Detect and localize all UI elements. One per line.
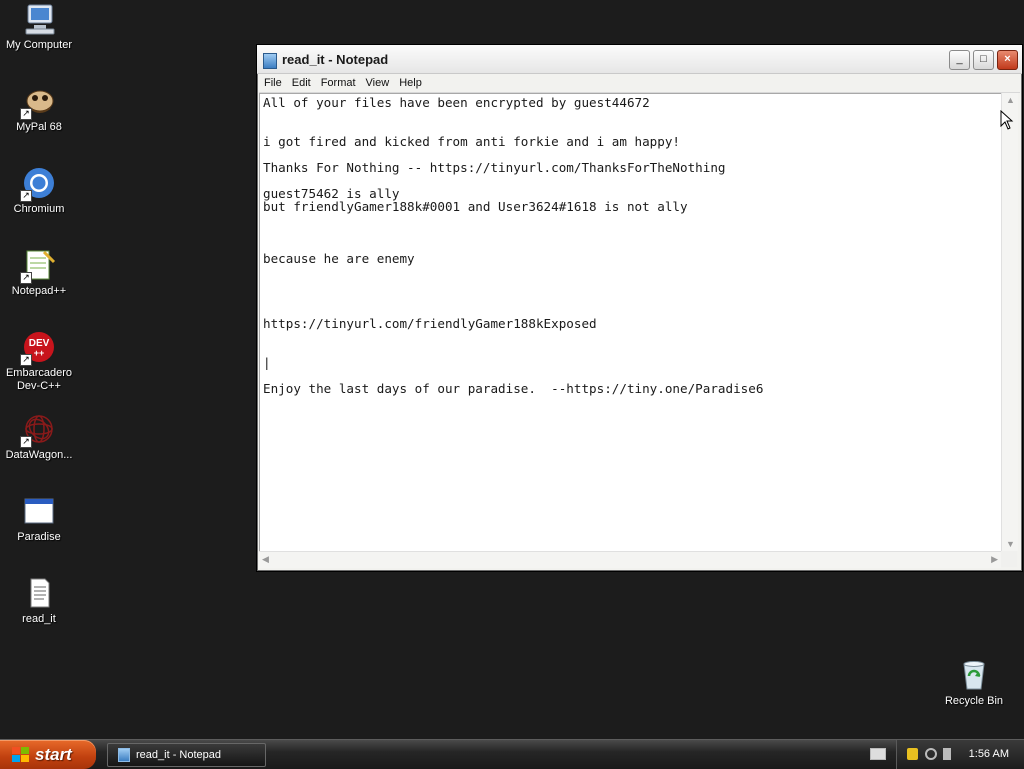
shortcut-arrow-icon: ↗ — [20, 436, 32, 448]
desktop-icon-datawagon[interactable]: ↗ DataWagon... — [0, 412, 78, 462]
shortcut-arrow-icon: ↗ — [20, 272, 32, 284]
start-button[interactable]: start — [0, 740, 96, 769]
shortcut-arrow-icon: ↗ — [20, 354, 32, 366]
maximize-button[interactable]: □ — [973, 50, 994, 70]
desktop-icon-notepadpp[interactable]: ↗ Notepad++ — [0, 248, 78, 298]
taskbar-button-label: read_it - Notepad — [136, 749, 221, 761]
scroll-left-icon[interactable]: ◀ — [262, 554, 269, 565]
program-window-icon — [22, 494, 56, 528]
desktop-icon-label: Paradise — [17, 531, 61, 543]
menu-view[interactable]: View — [361, 77, 395, 89]
text-editor[interactable]: All of your files have been encrypted by… — [259, 93, 1003, 553]
menu-help[interactable]: Help — [394, 77, 427, 89]
window-title: read_it - Notepad — [282, 52, 389, 67]
desktop-icon-mypal[interactable]: ↗ MyPal 68 — [0, 84, 78, 134]
menu-bar: File Edit Format View Help — [259, 74, 1020, 93]
shortcut-arrow-icon: ↗ — [20, 108, 32, 120]
desktop-icon-label: My Computer — [5, 39, 73, 51]
svg-text:++: ++ — [34, 348, 45, 358]
mypal-icon: ↗ — [20, 84, 56, 120]
resize-grip[interactable] — [1001, 551, 1017, 567]
menu-edit[interactable]: Edit — [287, 77, 316, 89]
datawagon-icon: ↗ — [20, 412, 56, 448]
vertical-scrollbar[interactable]: ▲ ▼ — [1001, 93, 1018, 551]
notepad-window[interactable]: read_it - Notepad _ □ × File Edit Format… — [256, 44, 1023, 572]
devcpp-icon: DEV ++ ↗ — [20, 330, 56, 366]
network-icon[interactable] — [925, 748, 937, 760]
taskbar-button-notepad[interactable]: read_it - Notepad — [107, 743, 266, 767]
scroll-down-icon[interactable]: ▼ — [1006, 539, 1015, 549]
text-file-icon — [22, 576, 56, 610]
desktop-icon-label: Recycle Bin — [944, 695, 1004, 707]
minimize-button[interactable]: _ — [949, 50, 970, 70]
notepad-icon — [118, 748, 130, 762]
notepad-icon — [263, 53, 277, 69]
security-shield-icon[interactable] — [907, 748, 918, 760]
desktop-icon-label: read_it — [22, 613, 56, 625]
scroll-up-icon[interactable]: ▲ — [1006, 95, 1015, 105]
computer-icon — [22, 2, 56, 36]
desktop-icon-read-it[interactable]: read_it — [0, 576, 78, 626]
keyboard-icon[interactable] — [870, 748, 886, 760]
editor-content[interactable]: All of your files have been encrypted by… — [260, 94, 1002, 397]
notepadpp-icon: ↗ — [20, 248, 56, 284]
horizontal-scrollbar[interactable]: ◀ ▶ — [259, 551, 1001, 568]
menu-file[interactable]: File — [259, 77, 287, 89]
system-tray: 1:56 AM — [896, 740, 1024, 769]
close-button[interactable]: × — [997, 50, 1018, 70]
chromium-icon: ↗ — [20, 166, 56, 202]
recycle-bin-icon — [957, 658, 991, 692]
desktop-icon-label: Notepad++ — [11, 285, 67, 297]
desktop-icon-recycle-bin[interactable]: Recycle Bin — [935, 658, 1013, 708]
desktop-icon-label: MyPal 68 — [16, 121, 62, 133]
scroll-right-icon[interactable]: ▶ — [991, 554, 998, 565]
desktop-icon-label: Chromium — [13, 203, 65, 215]
desktop-icon-my-computer[interactable]: My Computer — [0, 2, 78, 52]
clock[interactable]: 1:56 AM — [969, 748, 1009, 760]
desktop-icon-label: Embarcadero Dev-C++ — [5, 367, 73, 392]
volume-icon[interactable] — [943, 748, 951, 760]
shortcut-arrow-icon: ↗ — [20, 190, 32, 202]
menu-format[interactable]: Format — [316, 77, 361, 89]
desktop-icon-label: DataWagon... — [5, 449, 73, 461]
desktop-icon-devcpp[interactable]: DEV ++ ↗ Embarcadero Dev-C++ — [0, 330, 78, 393]
desktop-icon-chromium[interactable]: ↗ Chromium — [0, 166, 78, 216]
start-label: start — [35, 744, 72, 764]
window-titlebar[interactable]: read_it - Notepad _ □ × — [257, 45, 1022, 74]
windows-flag-icon — [12, 746, 30, 763]
mouse-cursor-icon — [1000, 110, 1014, 130]
desktop-icon-paradise[interactable]: Paradise — [0, 494, 78, 544]
